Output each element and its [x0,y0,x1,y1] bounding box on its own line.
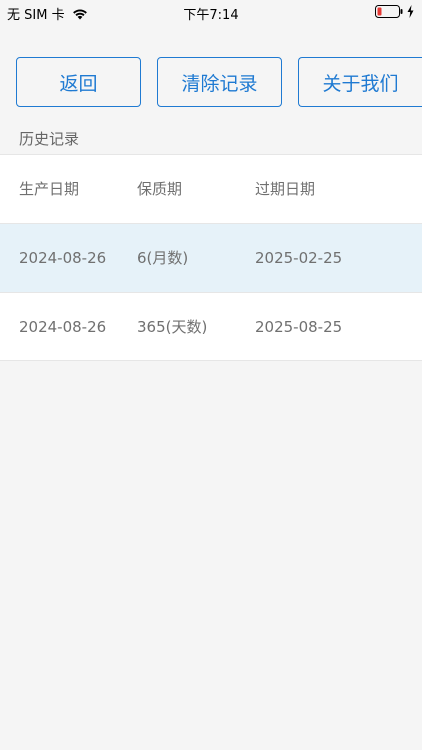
row-shelf-life: 365(天数) [137,318,208,336]
header-expiry-date: 过期日期 [255,180,316,198]
history-table: 生产日期 保质期 过期日期 2024-08-26 6(月数) 2025-02-2… [0,154,422,361]
row-production-date: 2024-08-26 [19,318,107,336]
row-production-date: 2024-08-26 [19,249,107,267]
row-expiry-date: 2025-02-25 [255,249,343,267]
back-button[interactable]: 返回 [16,57,141,107]
history-section-label: 历史记录 [19,130,80,148]
row-shelf-life: 6(月数) [137,249,189,267]
clear-records-button[interactable]: 清除记录 [157,57,282,107]
about-us-button[interactable]: 关于我们 [298,57,422,107]
header-shelf-life: 保质期 [137,180,183,198]
battery-low-icon [375,5,403,18]
status-right [375,5,414,18]
status-time: 下午7:14 [183,8,239,23]
table-header-row: 生产日期 保质期 过期日期 [0,154,422,223]
header-production-date: 生产日期 [19,180,80,198]
row-expiry-date: 2025-08-25 [255,318,343,336]
table-row[interactable]: 2024-08-26 6(月数) 2025-02-25 [0,223,422,292]
status-bar: 无 SIM 卡 下午7:14 [0,0,422,26]
table-row[interactable]: 2024-08-26 365(天数) 2025-08-25 [0,292,422,361]
charging-bolt-icon [407,5,414,18]
